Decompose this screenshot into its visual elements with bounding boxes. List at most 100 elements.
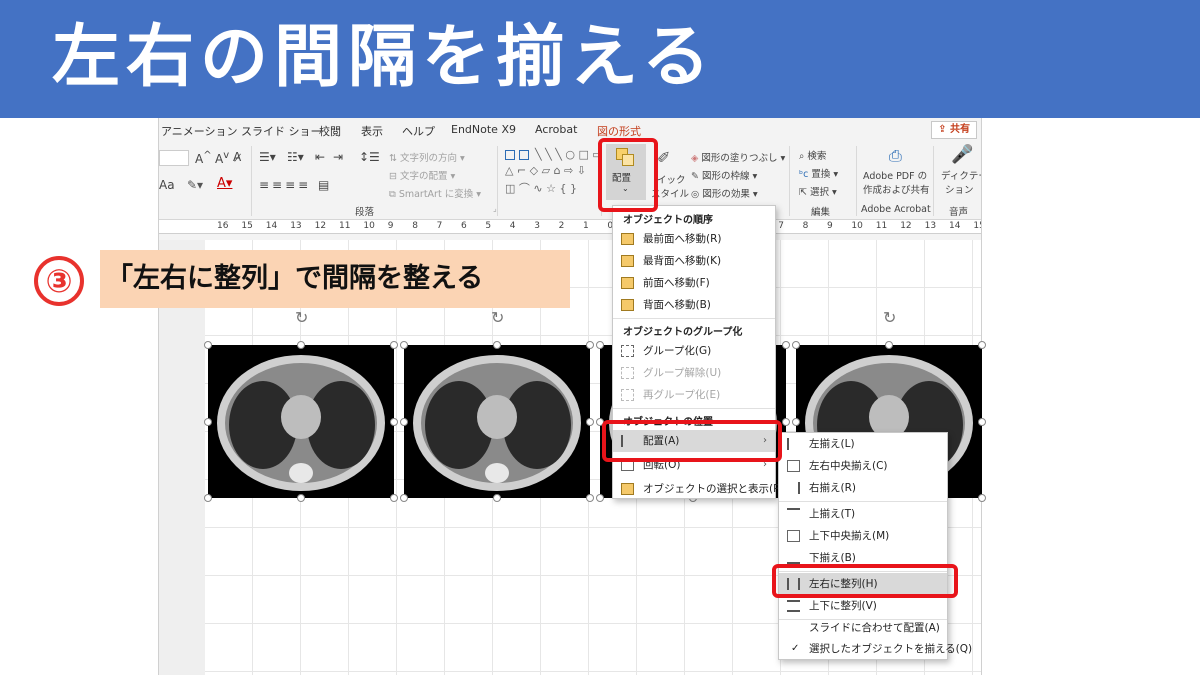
shrink-font-icon[interactable]: Av: [215, 150, 229, 166]
grow-font-icon[interactable]: A^: [195, 150, 212, 166]
resize-handle[interactable]: [782, 341, 790, 349]
resize-handle[interactable]: [400, 341, 408, 349]
increase-indent-icon[interactable]: ⇥: [333, 150, 343, 164]
resize-handle[interactable]: [596, 341, 604, 349]
tab-review[interactable]: 校閲: [319, 123, 341, 139]
send-backward-item[interactable]: 背面へ移動(B): [613, 294, 775, 316]
group-item[interactable]: グループ化(G): [613, 340, 775, 362]
dictate-label-1[interactable]: ディクテー: [941, 168, 981, 182]
bring-forward-item[interactable]: 前面へ移動(F): [613, 272, 775, 294]
resize-handle[interactable]: [297, 341, 305, 349]
clear-format-icon[interactable]: A̷: [233, 150, 241, 164]
bring-to-front-item[interactable]: 最前面へ移動(R): [613, 228, 775, 250]
align-buttons-icon[interactable]: ≡≡≡≡ ▤: [259, 178, 332, 192]
send-backward-icon: [621, 299, 634, 311]
selection-pane-item[interactable]: オブジェクトの選択と表示(P)...: [613, 478, 794, 500]
tab-view[interactable]: 表示: [361, 123, 383, 139]
tab-endnote[interactable]: EndNote X9: [451, 123, 516, 136]
resize-handle[interactable]: [792, 341, 800, 349]
resize-handle[interactable]: [204, 341, 212, 349]
quick-styles-label-1[interactable]: イック: [657, 172, 686, 186]
select-button[interactable]: ⇱ 選択 ▾: [799, 184, 837, 198]
align-left-item[interactable]: 左揃え(L): [779, 433, 947, 455]
ruler-tick-label: 14: [265, 221, 278, 231]
regroup-item[interactable]: 再グループ化(E): [613, 384, 775, 406]
resize-handle[interactable]: [390, 341, 398, 349]
block-shapes-icon[interactable]: △ ⌐ ◇ ▱ ⌂ ⇨ ⇩: [505, 164, 586, 177]
font-color-icon[interactable]: A▾: [217, 176, 232, 191]
resize-handle[interactable]: [400, 494, 408, 502]
tab-animations[interactable]: アニメーション: [161, 123, 238, 139]
ct-scan-image[interactable]: [208, 345, 394, 498]
rotate-handle-icon[interactable]: ↻: [883, 308, 896, 327]
vtextbox-shape-icon[interactable]: [519, 150, 529, 160]
resize-handle[interactable]: [493, 341, 501, 349]
resize-handle[interactable]: [204, 494, 212, 502]
resize-handle[interactable]: [596, 494, 604, 502]
ungroup-label: グループ解除(U): [643, 367, 722, 379]
bullets-icon[interactable]: ☰▾: [259, 150, 276, 164]
text-align-button[interactable]: ⊟ 文字の配置 ▾: [389, 168, 455, 182]
decrease-indent-icon[interactable]: ⇤: [315, 150, 325, 164]
tab-acrobat[interactable]: Acrobat: [535, 123, 577, 136]
adobe-label-2[interactable]: 作成および共有: [863, 182, 930, 196]
find-button[interactable]: ⌕ 検索: [799, 148, 826, 162]
resize-handle[interactable]: [390, 418, 398, 426]
resize-handle[interactable]: [204, 418, 212, 426]
resize-handle[interactable]: [782, 418, 790, 426]
adobe-label-1[interactable]: Adobe PDF の: [863, 168, 927, 182]
align-top-item[interactable]: 上揃え(T): [779, 503, 947, 525]
align-right-item[interactable]: 右揃え(R): [779, 477, 947, 499]
resize-handle[interactable]: [978, 341, 986, 349]
select-label: 選択: [810, 187, 830, 198]
align-left-label: 左揃え(L): [809, 438, 855, 450]
resize-handle[interactable]: [400, 418, 408, 426]
align-middle-item[interactable]: 上下中央揃え(M): [779, 525, 947, 547]
replace-button[interactable]: ᵇc 置換 ▾: [799, 166, 838, 180]
paragraph-group-label: 段落: [355, 207, 375, 218]
text-direction-button[interactable]: ⇅ 文字列の方向 ▾: [389, 150, 465, 164]
align-center-item[interactable]: 左右中央揃え(C): [779, 455, 947, 477]
numbering-icon[interactable]: ☷▾: [287, 150, 304, 164]
font-size-box[interactable]: [159, 150, 189, 166]
send-to-back-item[interactable]: 最背面へ移動(K): [613, 250, 775, 272]
ungroup-item[interactable]: グループ解除(U): [613, 362, 775, 384]
tab-picture-format[interactable]: 図の形式: [597, 123, 641, 139]
text-case-icon[interactable]: Aa: [159, 178, 175, 192]
tab-help[interactable]: ヘルプ: [402, 123, 435, 139]
align-to-slide-item[interactable]: スライドに合わせて配置(A): [779, 617, 947, 639]
distribute-vertically-item[interactable]: 上下に整列(V): [779, 595, 947, 617]
line-spacing-icon[interactable]: ↕☰: [359, 150, 380, 164]
resize-handle[interactable]: [586, 494, 594, 502]
rotate-handle-icon[interactable]: ↻: [295, 308, 308, 327]
shape-effects-button[interactable]: ◎ 図形の効果 ▾: [691, 186, 758, 200]
align-right-label: 右揃え(R): [809, 482, 856, 494]
dictate-label-2[interactable]: ション: [945, 182, 974, 196]
align-right-icon: [787, 482, 800, 494]
rotate-handle-icon[interactable]: ↻: [491, 308, 504, 327]
highlight-icon[interactable]: ✎▾: [187, 178, 203, 192]
shape-fill-button[interactable]: ◈ 図形の塗りつぶし ▾: [691, 150, 785, 164]
quick-styles-icon[interactable]: ✐: [657, 148, 670, 167]
align-to-slide-label: スライドに合わせて配置(A): [809, 622, 940, 634]
resize-handle[interactable]: [493, 494, 501, 502]
resize-handle[interactable]: [978, 494, 986, 502]
smartart-button[interactable]: ⧉ SmartArt に変換 ▾: [389, 186, 481, 200]
line-shapes-icon[interactable]: ╲ ╲ ╲ ○ □ ▭: [535, 148, 603, 161]
resize-handle[interactable]: [792, 418, 800, 426]
microphone-icon[interactable]: 🎤: [951, 144, 973, 165]
resize-handle[interactable]: [297, 494, 305, 502]
misc-shapes-icon[interactable]: ◫ ⌒ ∿ ☆ { }: [505, 180, 577, 196]
adobe-pdf-icon[interactable]: ⎙: [889, 146, 902, 166]
tab-slideshow[interactable]: スライド ショー: [241, 123, 322, 139]
resize-handle[interactable]: [586, 418, 594, 426]
textbox-shape-icon[interactable]: [505, 150, 515, 160]
shape-outline-button[interactable]: ✎ 図形の枠線 ▾: [691, 168, 757, 182]
resize-handle[interactable]: [586, 341, 594, 349]
resize-handle[interactable]: [390, 494, 398, 502]
resize-handle[interactable]: [978, 418, 986, 426]
resize-handle[interactable]: [885, 341, 893, 349]
share-button[interactable]: ⇪ 共有: [931, 121, 977, 139]
align-selected-item[interactable]: ✓ 選択したオブジェクトを揃える(Q): [779, 638, 972, 660]
ct-scan-image[interactable]: [404, 345, 590, 498]
